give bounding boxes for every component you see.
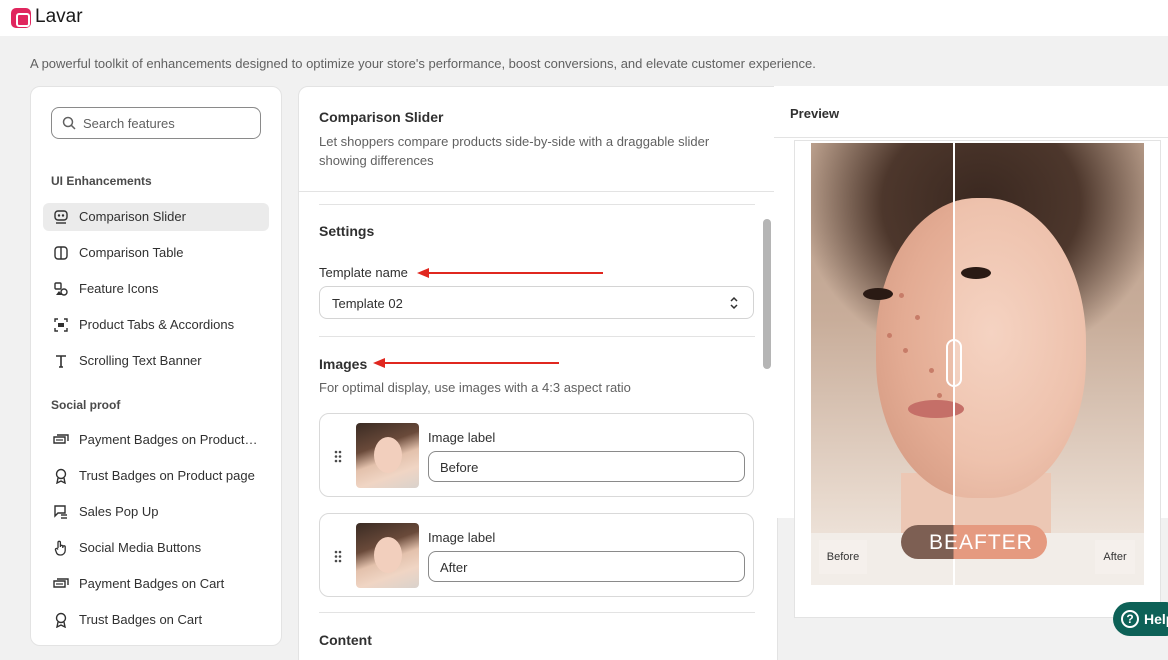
template-name-label: Template name: [319, 265, 408, 280]
sidebar-item-label: Product Tabs & Accordions: [79, 317, 235, 332]
preview-label: Preview: [790, 106, 840, 121]
popup-icon: [54, 505, 67, 519]
sidebar-item-payment-badges-product[interactable]: Payment Badges on Product page: [43, 426, 269, 454]
sidebar-item-label: Comparison Table: [79, 245, 184, 260]
image-thumbnail[interactable]: [356, 523, 419, 588]
annotation-arrow: [417, 268, 603, 278]
drag-handle-icon[interactable]: [334, 550, 342, 563]
sidebar-item-label: Social Media Buttons: [79, 540, 202, 555]
section-title-social-proof: Social proof: [51, 398, 121, 412]
sidebar-item-scrolling-text-banner[interactable]: Scrolling Text Banner: [43, 347, 269, 375]
skin-spot: [915, 315, 920, 320]
divider: [319, 204, 755, 205]
images-heading: Images: [319, 356, 368, 372]
sidebar-item-comparison-table[interactable]: Comparison Table: [43, 239, 269, 267]
divider: [319, 612, 755, 613]
slider-handle[interactable]: [946, 339, 962, 387]
drag-handle-icon[interactable]: [334, 450, 342, 463]
feature-sidebar: Search features UI Enhancements Comparis…: [30, 86, 282, 646]
shapes-icon: [54, 282, 68, 296]
sidebar-item-label: Feature Icons: [79, 281, 159, 296]
sidebar-item-trust-badges-product[interactable]: Trust Badges on Product page: [43, 462, 269, 490]
sidebar-item-label: Trust Badges on Product page: [79, 468, 255, 483]
sidebar-item-comparison-slider[interactable]: Comparison Slider: [43, 203, 269, 231]
section-title-ui-enhancements: UI Enhancements: [51, 174, 152, 188]
cash-icon: [53, 578, 69, 588]
top-bar: Lavar: [0, 0, 1168, 36]
comparison-slider-icon: [54, 210, 68, 224]
preview-photo-lips: [908, 400, 964, 418]
sidebar-item-label: Scrolling Text Banner: [79, 353, 202, 368]
divider: [319, 336, 755, 337]
before-tag: Before: [819, 540, 867, 574]
settings-heading: Settings: [319, 223, 375, 239]
comparison-slider-preview[interactable]: BEAFTER Before After: [811, 143, 1144, 585]
app-logo-icon: [11, 8, 31, 28]
content-heading: Content: [319, 632, 372, 648]
sidebar-item-label: Payment Badges on Cart: [79, 576, 225, 591]
sidebar-item-label: Payment Badges on Product page: [79, 432, 261, 447]
cash-icon: [53, 434, 69, 444]
scrollbar[interactable]: [763, 219, 771, 369]
divider: [299, 191, 777, 192]
search-placeholder: Search features: [83, 116, 175, 131]
award-icon: [55, 612, 67, 628]
annotation-arrow: [373, 358, 559, 368]
image-item-after: Image label After: [319, 513, 754, 597]
image-thumbnail[interactable]: [356, 423, 419, 488]
sidebar-item-label: Trust Badges on Cart: [79, 612, 203, 627]
before-after-pill: BEAFTER: [901, 525, 1047, 559]
image-label: Image label: [428, 430, 496, 445]
skin-spot: [887, 333, 892, 338]
search-input[interactable]: Search features: [51, 107, 261, 139]
template-select[interactable]: Template 02: [319, 286, 754, 319]
sidebar-item-trust-badges-cart[interactable]: Trust Badges on Cart: [43, 606, 269, 634]
skin-spot: [937, 393, 942, 398]
image-label-value: Before: [440, 460, 479, 475]
feature-description: Let shoppers compare products side-by-si…: [319, 134, 710, 168]
preview-photo-eye: [961, 267, 991, 279]
hand-pointer-icon: [54, 540, 66, 556]
template-select-value: Template 02: [332, 296, 403, 311]
sidebar-item-payment-badges-cart[interactable]: Payment Badges on Cart: [43, 570, 269, 598]
after-tag: After: [1095, 540, 1135, 574]
text-icon: [56, 355, 66, 368]
sidebar-item-feature-icons[interactable]: Feature Icons: [43, 275, 269, 303]
help-label: Help: [1144, 611, 1168, 627]
skin-spot: [899, 293, 904, 298]
sidebar-item-product-tabs[interactable]: Product Tabs & Accordions: [43, 311, 269, 339]
help-icon: ?: [1121, 610, 1139, 628]
sidebar-item-sales-pop-up[interactable]: Sales Pop Up: [43, 498, 269, 526]
feature-title: Comparison Slider: [319, 109, 444, 125]
image-label: Image label: [428, 530, 496, 545]
before-after-pill-text: BEAFTER: [929, 531, 1033, 554]
image-label-value: After: [440, 560, 468, 575]
skin-spot: [903, 348, 908, 353]
search-icon: [62, 116, 76, 130]
app-name: Lavar: [35, 6, 83, 27]
images-hint: For optimal display, use images with a 4…: [319, 380, 631, 395]
page-description: A powerful toolkit of enhancements desig…: [30, 56, 816, 71]
award-icon: [55, 468, 67, 484]
help-button[interactable]: ? Help: [1113, 602, 1168, 636]
columns-icon: [54, 246, 68, 260]
chevron-up-down-icon: [730, 296, 738, 310]
skin-spot: [929, 368, 934, 373]
sidebar-item-label: Sales Pop Up: [79, 504, 159, 519]
image-item-before: Image label Before: [319, 413, 754, 497]
sidebar-item-label: Comparison Slider: [79, 209, 186, 224]
settings-panel: Comparison Slider Let shoppers compare p…: [298, 86, 778, 660]
tabs-icon: [54, 318, 68, 332]
preview-photo-eye: [863, 288, 893, 300]
image-label-input[interactable]: After: [428, 551, 745, 582]
sidebar-item-social-media-buttons[interactable]: Social Media Buttons: [43, 534, 269, 562]
image-label-input[interactable]: Before: [428, 451, 745, 482]
